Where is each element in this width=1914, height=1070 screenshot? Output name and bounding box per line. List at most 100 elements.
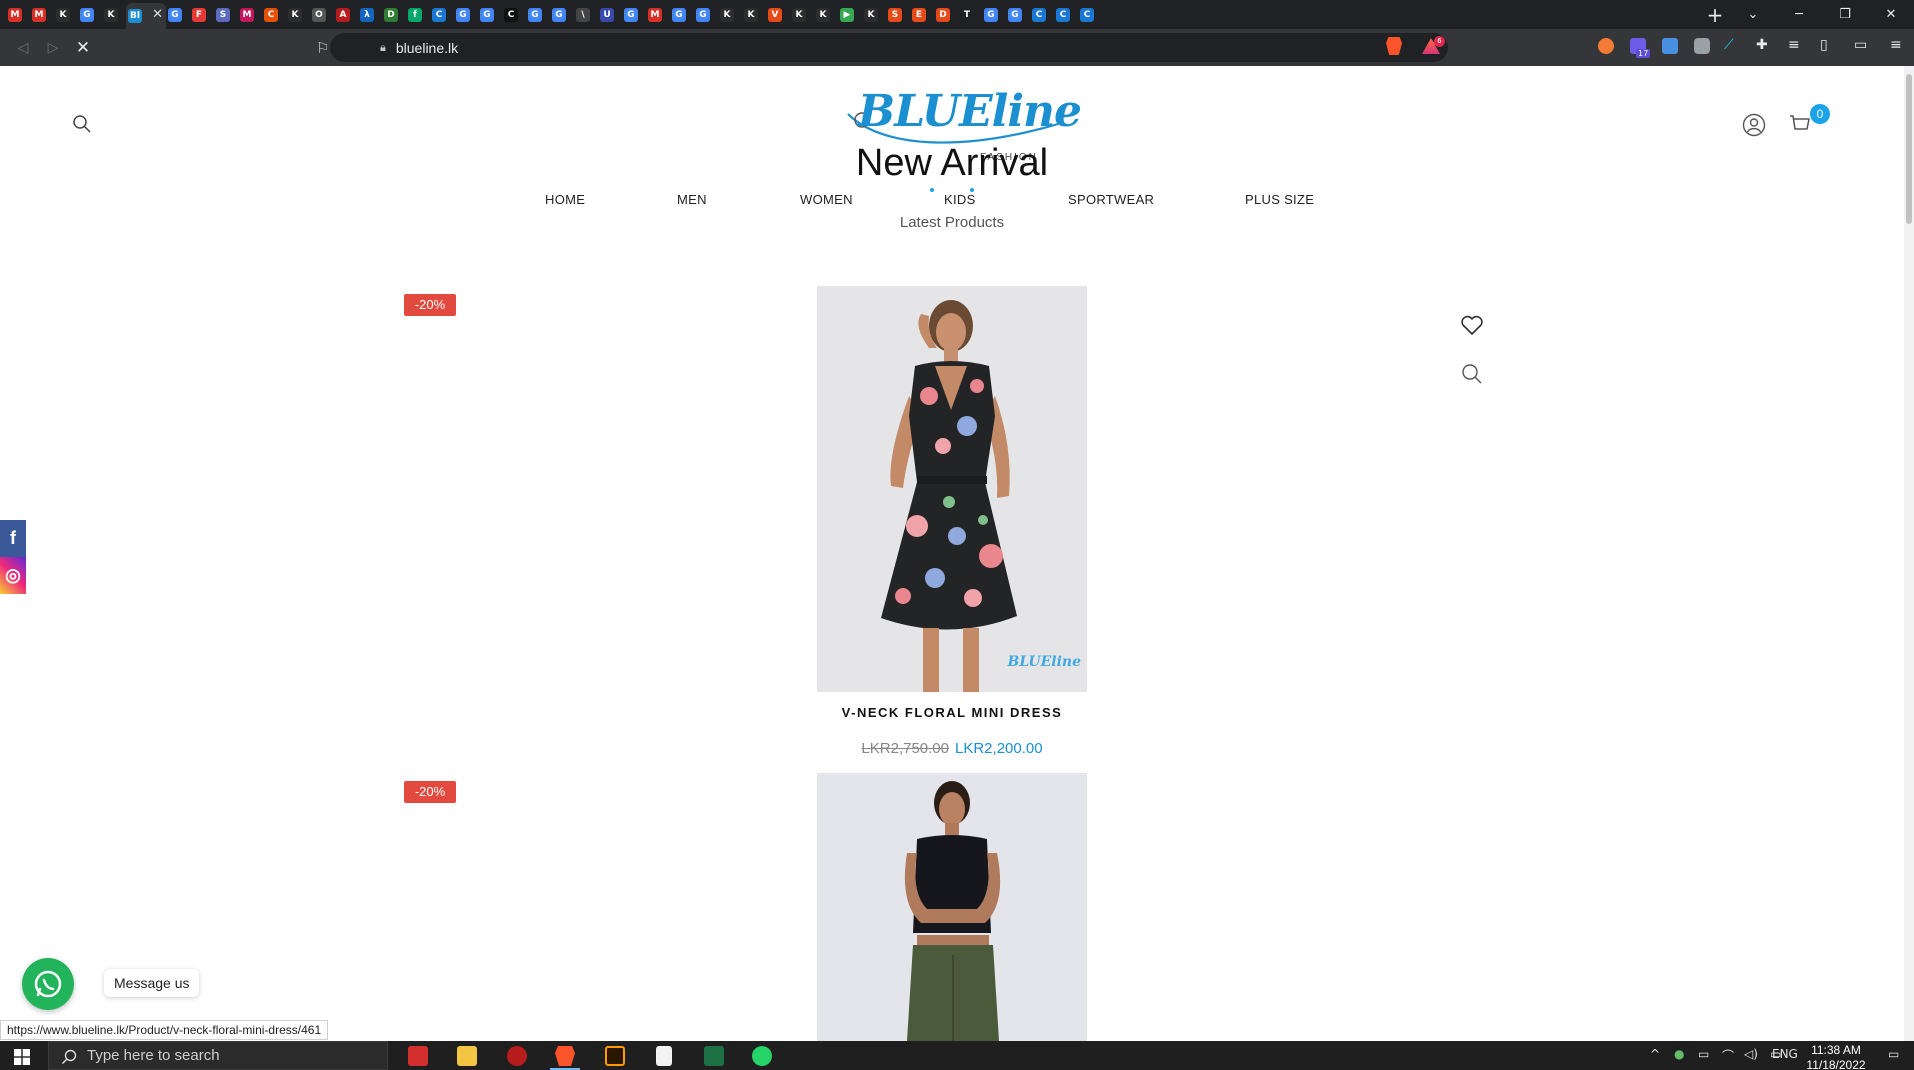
product-image[interactable]: BLUEline <box>817 286 1087 692</box>
browser-tab[interactable]: G <box>478 0 502 29</box>
nav-plus-size[interactable]: PLUS SIZE <box>1245 192 1314 207</box>
tray-volume-icon[interactable]: ◁) <box>1744 1047 1758 1061</box>
browser-tab[interactable]: V <box>766 0 790 29</box>
restore-icon[interactable]: ❐ <box>1822 7 1868 22</box>
browser-tab[interactable]: K <box>718 0 742 29</box>
browser-tab[interactable]: λ <box>358 0 382 29</box>
quick-view-search-icon[interactable] <box>1458 360 1486 388</box>
browser-tab[interactable]: G <box>670 0 694 29</box>
browser-tab[interactable]: K <box>102 0 126 29</box>
illustrator-taskbar-icon[interactable] <box>605 1046 625 1066</box>
reading-list-icon[interactable]: ≡ <box>1788 37 1800 53</box>
browser-tab[interactable]: C <box>1078 0 1102 29</box>
app-red-taskbar-icon[interactable] <box>507 1046 527 1066</box>
browser-tab[interactable]: G <box>622 0 646 29</box>
scrollbar-thumb[interactable] <box>1906 74 1912 224</box>
tray-app-icon[interactable]: ● <box>1674 1047 1684 1061</box>
browser-tab[interactable]: G <box>78 0 102 29</box>
tray-overflow-icon[interactable]: ^ <box>1650 1047 1660 1061</box>
browser-tab[interactable]: D <box>382 0 406 29</box>
new-tab-button[interactable]: + <box>1700 3 1730 27</box>
address-bar[interactable]: ⚐ 🔒︎ blueline.lk ⇪ <box>316 33 1448 62</box>
browser-tab[interactable]: A <box>334 0 358 29</box>
browser-tab[interactable]: K <box>54 0 78 29</box>
product-title[interactable]: V-NECK FLORAL MINI DRESS <box>0 705 1904 720</box>
bookmark-icon[interactable]: ⚐ <box>316 39 329 57</box>
browser-tab[interactable]: C <box>1054 0 1078 29</box>
browser-menu-icon[interactable]: ≡ <box>1890 37 1902 53</box>
excel-taskbar-icon[interactable] <box>704 1046 724 1066</box>
browser-tab[interactable]: ▶ <box>838 0 862 29</box>
close-tab-icon[interactable]: ✕ <box>152 7 163 22</box>
browser-tab[interactable]: G <box>1006 0 1030 29</box>
stop-loading-icon[interactable]: ✕ <box>68 38 98 58</box>
camera-extension-icon[interactable] <box>1694 38 1710 54</box>
back-icon[interactable]: ◁ <box>8 40 38 56</box>
brave-taskbar-icon[interactable] <box>555 1046 575 1066</box>
lock-icon[interactable]: 🔒︎ <box>380 41 386 55</box>
browser-tab[interactable]: M <box>30 0 54 29</box>
browser-tab[interactable]: O <box>310 0 334 29</box>
wishlist-heart-icon[interactable] <box>1458 312 1486 340</box>
browser-tab[interactable]: C <box>430 0 454 29</box>
acrobat-taskbar-icon[interactable] <box>408 1046 428 1066</box>
whatsapp-message-label[interactable]: Message us <box>104 969 200 997</box>
browser-tab[interactable]: C <box>262 0 286 29</box>
browser-tab[interactable]: G <box>454 0 478 29</box>
extensions-puzzle-icon[interactable]: ✚ <box>1756 37 1768 53</box>
whatsapp-taskbar-icon[interactable] <box>752 1046 772 1066</box>
tray-battery-icon[interactable]: ▭ <box>1698 1047 1709 1061</box>
browser-tab[interactable]: K <box>814 0 838 29</box>
nav-sportwear[interactable]: SPORTWEAR <box>1068 192 1154 207</box>
browser-tab[interactable]: G <box>982 0 1006 29</box>
minimize-icon[interactable]: ─ <box>1776 7 1822 22</box>
extension-orange-icon[interactable] <box>1598 38 1614 54</box>
wallet-icon[interactable]: ▭ <box>1854 37 1867 53</box>
page-scrollbar[interactable] <box>1904 66 1914 1041</box>
browser-tab[interactable]: K <box>790 0 814 29</box>
cursor-extension-icon[interactable]: ⟋ <box>1724 37 1734 53</box>
tray-network-icon[interactable]: ⌒ <box>1722 1047 1734 1064</box>
browser-tab[interactable]: C <box>1030 0 1054 29</box>
browser-tab[interactable]: M <box>646 0 670 29</box>
browser-tab[interactable]: T <box>958 0 982 29</box>
nav-home[interactable]: HOME <box>545 192 585 207</box>
browser-tab[interactable]: K <box>286 0 310 29</box>
file-explorer-taskbar-icon[interactable] <box>457 1046 477 1066</box>
notification-center-icon[interactable]: ▭ <box>1888 1047 1899 1061</box>
browser-tab[interactable]: U <box>598 0 622 29</box>
close-window-icon[interactable]: ✕ <box>1868 7 1914 22</box>
browser-tab[interactable]: M <box>238 0 262 29</box>
browser-tab[interactable]: G <box>550 0 574 29</box>
browser-tab[interactable]: E <box>910 0 934 29</box>
tab-search-icon[interactable]: ⌄ <box>1730 7 1776 22</box>
browser-tab[interactable]: G <box>166 0 190 29</box>
sidebar-toggle-icon[interactable]: ▯ <box>1820 37 1828 53</box>
notepad-taskbar-icon[interactable] <box>656 1046 672 1066</box>
browser-tab[interactable]: K <box>862 0 886 29</box>
nav-women[interactable]: WOMEN <box>800 192 853 207</box>
taskbar-search-box[interactable]: Type here to search <box>48 1041 388 1070</box>
browser-tab[interactable]: C <box>502 0 526 29</box>
translate-icon[interactable] <box>1662 38 1678 54</box>
account-icon[interactable] <box>1742 113 1766 137</box>
instagram-icon[interactable]: ◎ <box>0 557 26 594</box>
browser-tab[interactable]: \ <box>574 0 598 29</box>
header-search-icon[interactable] <box>72 114 92 134</box>
browser-tab-active[interactable]: Bl ✕ <box>126 3 166 29</box>
windows-start-icon[interactable] <box>14 1049 30 1065</box>
whatsapp-chat-button[interactable] <box>22 958 74 1010</box>
taskbar-date[interactable]: 11/18/2022 <box>1806 1058 1866 1070</box>
browser-tab[interactable]: S <box>886 0 910 29</box>
forward-icon[interactable]: ▷ <box>38 40 68 56</box>
browser-tab[interactable]: K <box>742 0 766 29</box>
browser-tab[interactable]: f <box>406 0 430 29</box>
tray-language[interactable]: ENG <box>1772 1047 1798 1061</box>
nav-men[interactable]: MEN <box>677 192 707 207</box>
browser-tab[interactable]: G <box>694 0 718 29</box>
browser-tab[interactable]: G <box>526 0 550 29</box>
nav-kids[interactable]: KIDS <box>944 192 976 207</box>
cart-icon[interactable] <box>1788 112 1812 136</box>
url-text[interactable]: blueline.lk <box>396 40 458 56</box>
browser-tab[interactable]: F <box>190 0 214 29</box>
